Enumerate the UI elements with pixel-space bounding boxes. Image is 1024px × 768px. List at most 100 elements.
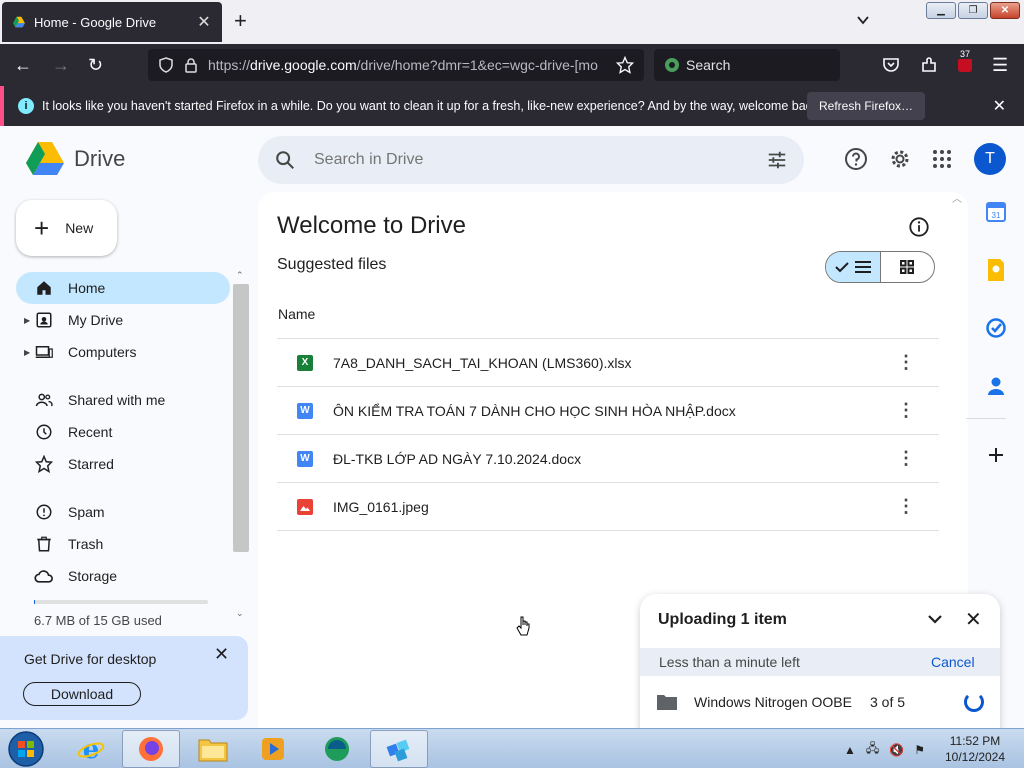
computers-icon [34,342,54,362]
search-engine-icon [665,58,679,72]
back-icon[interactable]: ← [14,55,32,75]
trash-icon [34,534,54,554]
column-header-name[interactable]: Name [278,306,315,322]
sidebar-item-starred[interactable]: Starred [16,448,230,480]
apps-grid-icon[interactable] [930,147,954,171]
sidebar-item-storage[interactable]: Storage [16,560,230,592]
contacts-icon[interactable] [984,374,1008,398]
sidebar-item-home[interactable]: Home [16,272,230,304]
shield-icon[interactable] [158,57,174,73]
forward-icon[interactable]: → [52,55,70,75]
file-name: IMG_0161.jpeg [333,498,429,515]
windows-taskbar: e ▲ 🖧 🔇 ⚑ 11:52 PM 10/12/2024 [0,728,1024,768]
expand-caret-icon[interactable]: ▶ [24,348,30,357]
action-center-flag-icon[interactable]: ⚑ [914,743,925,757]
keep-icon[interactable] [984,258,1008,282]
download-button[interactable]: Download [23,682,141,706]
pocket-icon[interactable] [882,56,900,74]
image-file-icon [297,498,313,515]
sidebar-item-trash[interactable]: Trash [16,528,230,560]
taskbar-app-icon[interactable] [308,730,366,768]
sidebar-item-label: Shared with me [68,392,166,408]
docs-file-icon: W [297,402,313,419]
browser-nav-bar: ← → ↻ https://drive.google.com/drive/hom… [0,44,1024,86]
search-options-icon[interactable] [766,149,788,171]
taskbar-ie-icon[interactable]: e [62,730,120,768]
home-icon [34,278,54,298]
expand-caret-icon[interactable]: ▶ [24,316,30,325]
sidebar-item-my-drive[interactable]: ▶ My Drive [16,304,230,336]
browser-tab[interactable]: Home - Google Drive ✕ [2,2,222,42]
taskbar-clock[interactable]: 11:52 PM 10/12/2024 [940,733,1010,765]
taskbar-media-player-icon[interactable] [244,730,302,768]
notification-close-icon[interactable]: ✕ [993,96,1006,116]
extensions-icon[interactable] [920,56,938,74]
notification-text: It looks like you haven't started Firefo… [42,99,822,113]
tab-title: Home - Google Drive [34,14,157,30]
minimize-icon[interactable]: ▁ [926,2,956,19]
drive-search[interactable] [258,136,804,184]
file-row[interactable]: IMG_0161.jpeg ⋮ [277,483,939,531]
settings-gear-icon[interactable] [888,147,912,171]
network-icon[interactable]: 🖧 [866,739,879,760]
taskbar-installer-icon[interactable] [370,730,428,768]
sidebar-item-label: Recent [68,424,113,440]
calendar-icon[interactable]: 31 [984,200,1008,224]
sidebar-item-recent[interactable]: Recent [16,416,230,448]
more-actions-icon[interactable]: ⋮ [897,401,915,419]
help-icon[interactable] [844,147,868,171]
taskbar-explorer-icon[interactable] [184,730,242,768]
url-bar[interactable]: https://drive.google.com/drive/home?dmr=… [148,49,644,81]
list-view-icon [854,261,871,273]
drive-search-input[interactable] [314,151,766,169]
sidebar-item-spam[interactable]: Spam [16,496,230,528]
list-tabs-icon[interactable] [855,12,871,28]
windows-start-icon[interactable] [6,730,46,768]
taskbar-firefox-icon[interactable] [122,730,180,768]
new-button[interactable]: + New [16,200,117,256]
browser-search-box[interactable]: Search [654,49,840,81]
restore-icon[interactable]: ❐ [958,2,988,19]
upload-title: Uploading 1 item [658,611,787,628]
scroll-down-icon[interactable]: ⌄ [236,608,244,619]
upload-cancel-button[interactable]: Cancel [931,654,975,670]
new-tab-icon[interactable]: + [234,10,247,32]
more-actions-icon[interactable]: ⋮ [897,449,915,467]
tasks-icon[interactable] [984,316,1008,340]
promo-close-icon[interactable]: ✕ [214,644,229,665]
grid-view-button[interactable] [881,252,935,282]
main-scroll-up-icon[interactable]: ︿ [952,190,962,205]
file-row[interactable]: W ĐL-TKB LỚP AD NGÀY 7.10.2024.docx ⋮ [277,435,939,483]
scroll-up-icon[interactable]: ⌃ [236,270,244,281]
plus-icon: + [34,213,50,243]
file-row[interactable]: X 7A8_DANH_SACH_TAI_KHOAN (LMS360).xlsx ⋮ [277,339,939,387]
menu-icon[interactable]: ☰ [992,55,1008,75]
tray-expand-icon[interactable]: ▲ [844,743,856,757]
bookmark-star-icon[interactable] [616,56,634,74]
search-icon[interactable] [274,149,296,171]
drive-logo[interactable]: Drive [26,142,125,175]
list-view-button[interactable] [826,252,881,282]
upload-close-icon[interactable]: ✕ [965,607,982,632]
window-close-icon[interactable]: ✕ [990,2,1020,19]
account-avatar[interactable]: T [974,143,1006,175]
file-row[interactable]: W ÔN KIỂM TRA TOÁN 7 DÀNH CHO HỌC SINH HÒ… [277,387,939,435]
collapse-chevron-icon[interactable] [926,610,944,628]
side-panel-rail: 31 [966,200,1016,501]
file-name: ÔN KIỂM TRA TOÁN 7 DÀNH CHO HỌC SINH HÒA… [333,402,736,419]
more-actions-icon[interactable]: ⋮ [897,497,915,515]
reload-icon[interactable]: ↻ [88,55,103,75]
more-actions-icon[interactable]: ⋮ [897,353,915,371]
sidebar-item-shared[interactable]: Shared with me [16,384,230,416]
upload-item[interactable]: Windows Nitrogen OOBE 3 of 5 [656,690,986,714]
refresh-firefox-button[interactable]: Refresh Firefox… [807,92,926,120]
lock-icon[interactable] [184,57,198,73]
sidebar-item-label: Spam [68,504,105,520]
tab-close-icon[interactable]: ✕ [196,12,212,32]
sidebar-scrollbar[interactable]: ⌃ ⌄ [232,270,250,624]
sidebar-scroll-thumb[interactable] [233,284,249,552]
sidebar-item-computers[interactable]: ▶ Computers [16,336,230,368]
add-addon-icon[interactable] [984,443,1008,467]
info-icon[interactable] [908,216,930,238]
volume-muted-icon[interactable]: 🔇 [889,743,904,757]
